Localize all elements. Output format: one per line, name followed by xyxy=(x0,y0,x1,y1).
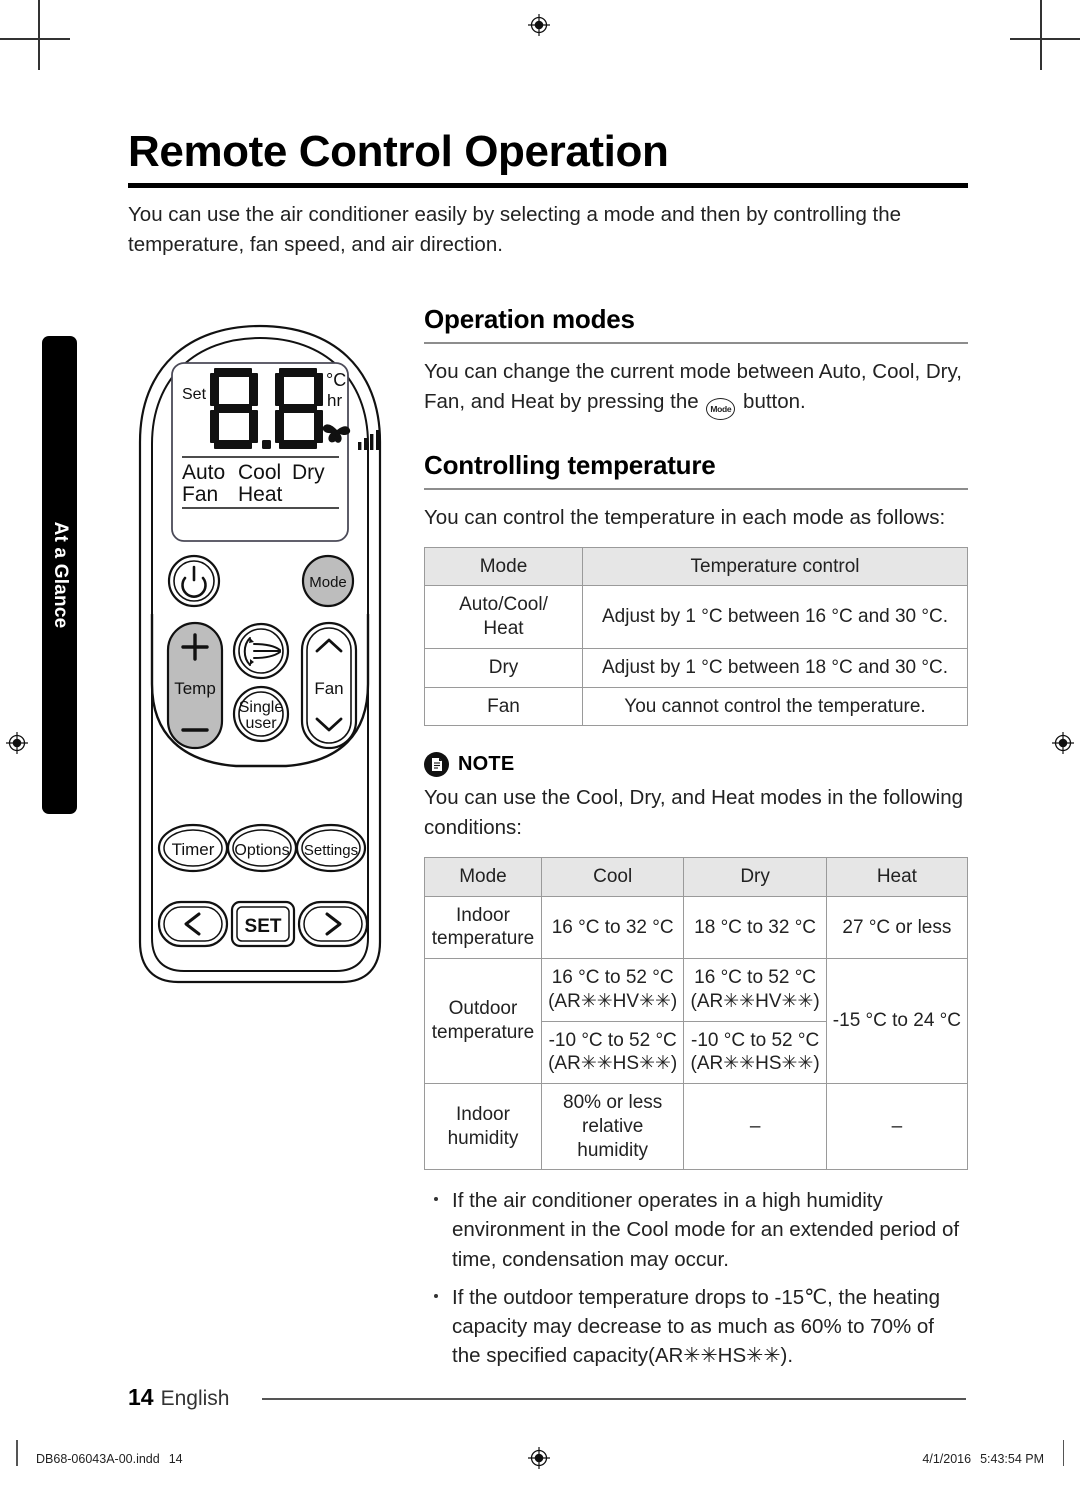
table-temperature-control: Mode Temperature control Auto/Cool/ Heat… xyxy=(424,546,968,727)
imprint-time: 5:43:54 PM xyxy=(980,1452,1044,1466)
cell-control-fan: You cannot control the temperature. xyxy=(582,686,968,727)
mode-button-inline-icon: Mode xyxy=(706,397,736,420)
note-label: NOTE xyxy=(458,753,515,776)
cell-control-auto-cool-heat: Adjust by 1 °C between 16 °C and 30 °C. xyxy=(582,585,968,649)
heading-divider-controlling-temperature xyxy=(424,487,968,490)
table-row: Fan You cannot control the temperature. xyxy=(424,686,968,727)
note-body: You can use the Cool, Dry, and Heat mode… xyxy=(424,786,964,840)
footer-tick-left xyxy=(16,1440,18,1466)
cell-indoor-temp-cool: 16 °C to 32 °C xyxy=(540,895,685,960)
table-row: Auto/Cool/ Heat Adjust by 1 °C between 1… xyxy=(424,585,968,649)
svg-text:Fan: Fan xyxy=(314,679,343,698)
cell-indoor-humidity-heat: – xyxy=(825,1083,969,1171)
svg-text:Options: Options xyxy=(234,842,289,859)
row-label-outdoor-temperature: Outdoor temperature xyxy=(424,958,542,1085)
table-row: Dry Adjust by 1 °C between 18 °C and 30 … xyxy=(424,647,968,688)
registration-mark-bottom xyxy=(528,1447,550,1469)
svg-text:user: user xyxy=(245,715,277,732)
footer-divider xyxy=(262,1398,966,1400)
operation-modes-text-after: button. xyxy=(743,389,806,413)
cell-indoor-humidity-dry: – xyxy=(683,1083,827,1171)
intro-paragraph: You can use the air conditioner easily b… xyxy=(128,203,902,256)
crop-mark-top-right-v xyxy=(1040,0,1042,70)
cell-outdoor-temp-dry-hs: -10 °C to 52 °C (AR✳✳HS✳✳) xyxy=(683,1020,827,1085)
svg-text:Heat: Heat xyxy=(238,483,283,506)
imprint-file-page: 14 xyxy=(168,1452,183,1466)
svg-text:°C: °C xyxy=(326,370,346,390)
svg-text:Mode: Mode xyxy=(309,574,347,591)
footer-tick-right xyxy=(1062,1440,1064,1466)
cell-outdoor-temp-cool-hv: 16 °C to 52 °C (AR✳✳HV✳✳) xyxy=(540,958,685,1022)
remote-control-illustration: Set °C hr Auto Cool Dry Fan Heat Mode Te… xyxy=(126,316,411,1006)
page-title: Remote Control Operation xyxy=(128,127,669,176)
side-tab-at-a-glance: At a Glance xyxy=(42,336,77,814)
operation-modes-paragraph: You can change the current mode between … xyxy=(424,357,968,420)
table-row-indoor-humidity: Indoor humidity 80% or less relative hum… xyxy=(424,1083,969,1171)
table-operating-conditions: Mode Cool Dry Heat Indoor temperature 16… xyxy=(424,856,969,1171)
cell-mode-auto-cool-heat: Auto/Cool/ Heat xyxy=(424,585,583,649)
title-divider xyxy=(128,183,968,188)
crop-mark-top-right-h xyxy=(1010,38,1080,40)
heading-operation-modes: Operation modes xyxy=(424,304,635,334)
registration-mark-left xyxy=(6,732,28,754)
svg-text:Auto: Auto xyxy=(182,461,225,484)
note-header: NOTE xyxy=(424,752,968,778)
svg-text:Timer: Timer xyxy=(172,840,215,859)
footer-page-indicator: 14 English xyxy=(128,1384,229,1411)
controlling-temperature-paragraph: You can control the temperature in each … xyxy=(424,505,946,529)
imprint-timestamp: 4/1/2016 5:43:54 PM xyxy=(922,1452,1044,1466)
crop-mark-top-left-v xyxy=(38,0,40,70)
list-item: If the outdoor temperature drops to -15℃… xyxy=(424,1283,968,1370)
imprint-file-name: DB68-06043A-00.indd 14 xyxy=(36,1452,183,1466)
cell-outdoor-temp-heat: -15 °C to 24 °C xyxy=(825,958,969,1085)
registration-mark-right xyxy=(1052,732,1074,754)
cell-control-dry: Adjust by 1 °C between 18 °C and 30 °C. xyxy=(582,647,968,688)
svg-text:Set: Set xyxy=(182,386,207,403)
page-number: 14 xyxy=(128,1384,154,1410)
svg-text:SET: SET xyxy=(245,916,282,937)
row-label-indoor-humidity: Indoor humidity xyxy=(424,1083,542,1171)
list-item: If the air conditioner operates in a hig… xyxy=(424,1186,968,1273)
table-header-row: Mode Cool Dry Heat xyxy=(424,856,969,897)
col-header-cool: Cool xyxy=(540,856,685,897)
svg-text:Fan: Fan xyxy=(182,483,218,506)
table-row-indoor-temperature: Indoor temperature 16 °C to 32 °C 18 °C … xyxy=(424,895,969,960)
col-header-heat: Heat xyxy=(825,856,969,897)
table-header-row: Mode Temperature control xyxy=(424,546,968,587)
operation-modes-text-before: You can change the current mode between … xyxy=(424,360,962,413)
col-header-temperature-control: Temperature control xyxy=(582,546,968,587)
row-label-indoor-temperature: Indoor temperature xyxy=(424,895,542,960)
imprint-file-label: DB68-06043A-00.indd xyxy=(36,1452,160,1466)
svg-text:Temp: Temp xyxy=(174,679,216,698)
col-header-mode: Mode xyxy=(424,856,542,897)
side-tab-label: At a Glance xyxy=(49,521,71,629)
svg-text:Settings: Settings xyxy=(304,842,358,859)
svg-text:Single: Single xyxy=(239,699,284,716)
col-header-dry: Dry xyxy=(683,856,827,897)
document-icon xyxy=(424,752,449,778)
svg-text:hr: hr xyxy=(327,391,342,410)
cell-indoor-temp-heat: 27 °C or less xyxy=(825,895,969,960)
cell-outdoor-temp-cool-hs: -10 °C to 52 °C (AR✳✳HS✳✳) xyxy=(540,1020,685,1085)
cell-mode-dry: Dry xyxy=(424,647,583,688)
heading-divider-operation-modes xyxy=(424,342,968,344)
svg-text:Dry: Dry xyxy=(292,461,325,484)
cell-outdoor-temp-dry-hv: 16 °C to 52 °C (AR✳✳HV✳✳) xyxy=(683,958,827,1022)
crop-mark-top-left-h xyxy=(0,38,70,40)
heading-controlling-temperature: Controlling temperature xyxy=(424,449,716,480)
cell-indoor-temp-dry: 18 °C to 32 °C xyxy=(683,895,827,960)
imprint-date: 4/1/2016 xyxy=(922,1452,972,1466)
table-row-outdoor-temperature-hv: Outdoor temperature 16 °C to 52 °C (AR✳✳… xyxy=(424,958,969,1085)
cell-indoor-humidity-cool: 80% or less relative humidity xyxy=(540,1083,685,1171)
cell-mode-fan: Fan xyxy=(424,686,583,727)
svg-text:Cool: Cool xyxy=(238,461,281,484)
note-bullet-list: If the air conditioner operates in a hig… xyxy=(424,1186,968,1370)
col-header-mode: Mode xyxy=(424,546,583,587)
registration-mark-top xyxy=(528,14,550,36)
page-language: English xyxy=(160,1387,230,1410)
